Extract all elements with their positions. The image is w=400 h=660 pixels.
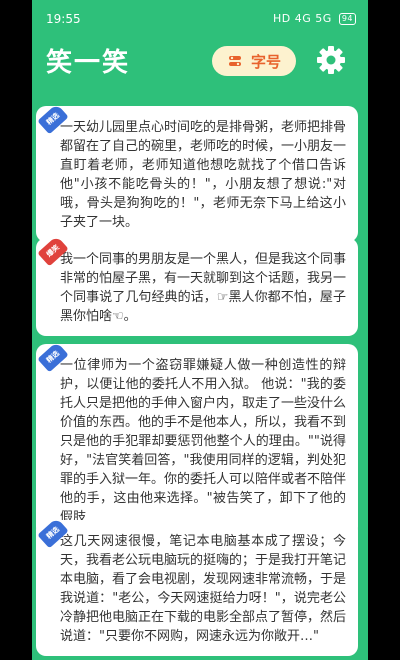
joke-text: 这几天网速很慢，笔记本电脑基本成了摆设；今天，我看老公玩电脑玩的挺嗨的；于是我打…: [60, 534, 347, 644]
status-indicators: HD 4G 5G 94: [273, 12, 356, 25]
font-size-icon: [228, 56, 241, 66]
joke-text: 一位律师为一个盗窃罪嫌疑人做一种创造性的辩护，以便让他的委托人不用入狱。 他说：…: [60, 358, 347, 525]
joke-text: 我一个同事的男朋友是一个黑人，但是我这个同事非常的怕屋子黑，有一天就聊到这个话题…: [60, 252, 347, 324]
joke-card[interactable]: 精选 一位律师为一个盗窃罪嫌疑人做一种创造性的辩护，以便让他的委托人不用入狱。 …: [36, 341, 358, 537]
status-time: 19:55: [46, 12, 81, 26]
page-title: 笑一笑: [46, 48, 131, 78]
joke-card[interactable]: 精选 这几天网速很慢，笔记本电脑基本成了摆设；今天，我看老公玩电脑玩的挺嗨的；于…: [36, 517, 358, 656]
font-size-label: 字号: [250, 52, 281, 71]
screen-edge-left: [0, 0, 32, 660]
status-bar: 19:55 HD 4G 5G 94: [32, 0, 368, 38]
joke-card[interactable]: 爆笑 我一个同事的男朋友是一个黑人，但是我这个同事非常的怕屋子黑，有一天就聊到这…: [36, 235, 358, 336]
joke-card[interactable]: 精选 一天幼儿园里点心时间吃的是排骨粥，老师把排骨都留在了自己的碗里，老师吃的时…: [36, 103, 358, 242]
joke-text: 一天幼儿园里点心时间吃的是排骨粥，老师把排骨都留在了自己的碗里，老师吃的时候，一…: [60, 120, 347, 230]
gear-icon[interactable]: [315, 44, 347, 76]
font-size-button[interactable]: 字号: [212, 46, 296, 76]
signal-icon: HD 4G 5G: [273, 12, 332, 25]
battery-icon: 94: [338, 13, 356, 25]
screen-edge-right: [368, 0, 400, 660]
app-header: 笑一笑 字号: [32, 38, 368, 90]
app-screen: 19:55 HD 4G 5G 94 笑一笑 字号 精选 一天幼儿园里点心时间吃的…: [32, 0, 368, 660]
